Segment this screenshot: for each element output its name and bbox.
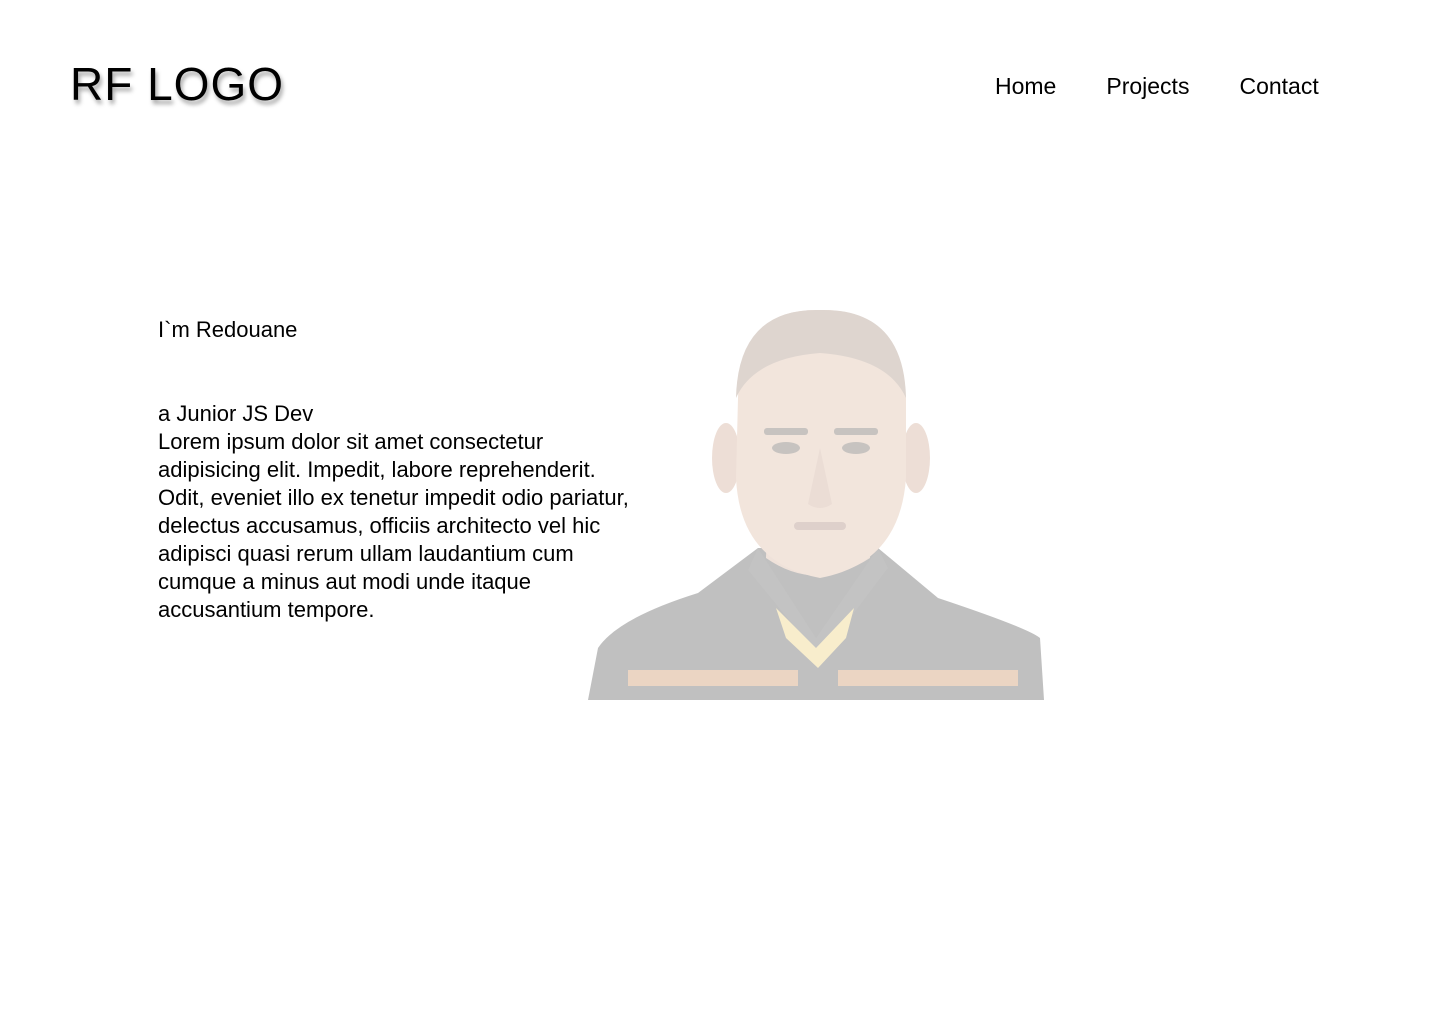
nav-contact-link[interactable]: Contact (1239, 70, 1318, 102)
portrait-stripe (628, 670, 798, 686)
portrait-mouth (794, 522, 846, 530)
page: RF LOGO Home Projects Contact I`m Redoua… (0, 0, 1440, 1024)
hero-intro: I`m Redouane a Junior JS Dev Lorem ipsum… (158, 316, 698, 624)
portrait-stripe (838, 670, 1018, 686)
portrait-ear-left (712, 423, 740, 493)
portrait-brow (834, 428, 878, 435)
site-logo[interactable]: RF LOGO (70, 54, 284, 114)
nav-projects-link[interactable]: Projects (1106, 70, 1189, 102)
portrait-eye (772, 442, 800, 454)
hero-bio: Lorem ipsum dolor sit amet consectetur a… (158, 429, 629, 622)
portrait-eye (842, 442, 870, 454)
hero-greeting: I`m Redouane (158, 317, 298, 342)
main-nav: Home Projects Contact (995, 70, 1319, 102)
portrait-ear-right (902, 423, 930, 493)
portrait-brow (764, 428, 808, 435)
nav-home-link[interactable]: Home (995, 70, 1056, 102)
hero-role: a Junior JS Dev (158, 401, 314, 426)
